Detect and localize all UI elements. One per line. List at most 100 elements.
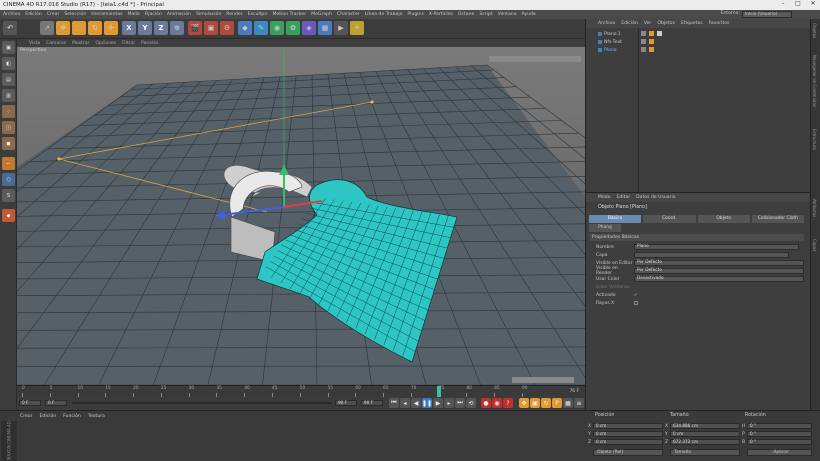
tab-cloth-collider[interactable]: Colisionador Cloth (751, 215, 804, 223)
axis-z-button[interactable]: Z (154, 21, 168, 35)
select-icon[interactable]: ➚ (40, 21, 54, 35)
viewport-menu-item[interactable]: Opciones (95, 41, 116, 46)
position-y-field[interactable]: 0 cm (593, 431, 663, 437)
maximize-button[interactable]: □ (791, 0, 805, 10)
pen-icon[interactable]: ✎ (254, 21, 268, 35)
om-menu-item[interactable]: Favoritos (709, 21, 730, 26)
prev-frame-icon[interactable]: ◀ (411, 398, 421, 408)
autokey-icon[interactable]: ◉ (492, 398, 502, 408)
coord-system-icon[interactable]: ⊕ (170, 21, 184, 35)
points-mode-icon[interactable]: ⁘ (2, 105, 15, 118)
viewport-menu-item[interactable]: Mostrar (72, 41, 89, 46)
workplane-icon[interactable]: ▥ (2, 89, 15, 102)
prev-key-icon[interactable]: ◂ (400, 398, 410, 408)
om-menu-item[interactable]: Archivo (598, 21, 615, 26)
layer-field[interactable] (634, 252, 789, 258)
key-pla-icon[interactable]: ▦ (563, 398, 573, 408)
object-row[interactable]: Plano.1 (586, 30, 811, 38)
texture-mode-icon[interactable]: ▤ (2, 73, 15, 86)
rotation-h-field[interactable]: 0 ° (747, 423, 812, 429)
tab-phong[interactable]: Phong (589, 224, 621, 232)
name-field[interactable]: Plano (634, 244, 799, 250)
menu-item[interactable]: Archivo (3, 12, 20, 17)
loop-icon[interactable]: ⟲ (466, 398, 476, 408)
am-menu-item[interactable]: Modo (598, 195, 611, 200)
viewport-menu-item[interactable]: Vista (29, 41, 40, 46)
last-tool-icon[interactable]: ✢ (104, 21, 118, 35)
pause-icon[interactable]: ❚❚ (422, 398, 432, 408)
apply-button[interactable]: Aplicar (747, 449, 812, 456)
rotation-b-field[interactable]: 0 ° (747, 439, 812, 445)
coordinate-mode-select[interactable]: Objeto (Rel) (593, 449, 663, 456)
menu-item[interactable]: Plugins (407, 12, 423, 17)
3d-viewport[interactable]: Perspectiva (17, 47, 585, 385)
key-scale-icon[interactable]: ▣ (530, 398, 540, 408)
preview-start-field[interactable]: 0 F (45, 400, 67, 406)
om-menu-item[interactable]: Ver (644, 21, 652, 26)
min-frame-field[interactable]: 0 F (19, 400, 41, 406)
strip-tab[interactable]: Atributos (812, 199, 817, 217)
menu-item[interactable]: Script (479, 12, 492, 17)
key-position-icon[interactable]: ✥ (519, 398, 529, 408)
menu-item[interactable]: Selección (64, 12, 86, 17)
tab-object[interactable]: Objeto (697, 215, 750, 223)
material-menu-item[interactable]: Función (63, 414, 81, 419)
light-icon[interactable]: ☀ (350, 21, 364, 35)
enabled-checkbox[interactable]: ✓ (634, 293, 638, 298)
strip-tab[interactable]: Capas (812, 239, 817, 251)
menu-item[interactable]: Animación (167, 12, 191, 17)
model-mode-icon[interactable]: ◧ (2, 57, 15, 70)
size-x-field[interactable]: 634.886 cm (670, 423, 740, 429)
menu-item[interactable]: Línea de Trabajo (365, 12, 403, 17)
object-row-selected[interactable]: Plano (586, 46, 811, 54)
go-to-start-icon[interactable]: ⏮ (389, 398, 399, 408)
rotation-p-field[interactable]: 0 ° (747, 431, 812, 437)
floor-icon[interactable]: ▦ (318, 21, 332, 35)
om-menu-item[interactable]: Edición (621, 21, 638, 26)
om-menu-item[interactable]: Etiquetas (681, 21, 703, 26)
render-view-icon[interactable]: 🎬 (188, 21, 202, 35)
move-icon[interactable]: ✥ (56, 21, 70, 35)
tab-basic[interactable]: Básico (589, 215, 642, 223)
menu-item[interactable]: Herramientas (91, 12, 122, 17)
enable-axis-icon[interactable]: ⌐ (2, 157, 15, 170)
minimize-button[interactable]: – (776, 0, 790, 10)
menu-item[interactable]: Ayuda (522, 12, 536, 17)
am-menu-item[interactable]: Editar (617, 195, 631, 200)
layout-select[interactable]: Inicio (Usuario) (742, 11, 792, 18)
menu-item[interactable]: Simulación (196, 12, 221, 17)
size-y-field[interactable]: 0 cm (670, 431, 740, 437)
key-rotation-icon[interactable]: ↻ (541, 398, 551, 408)
menu-item[interactable]: Motion Tracker (273, 12, 307, 17)
deformer-icon[interactable]: ◈ (302, 21, 316, 35)
close-button[interactable]: ✕ (806, 0, 820, 10)
tab-coord[interactable]: Coord. (643, 215, 696, 223)
max-frame-field[interactable]: 90 F (361, 400, 383, 406)
visible-render-select[interactable]: Por Defecto (634, 268, 804, 274)
menu-item[interactable]: Octane (458, 12, 475, 17)
array-icon[interactable]: ✿ (286, 21, 300, 35)
strip-tab[interactable]: Objetos (812, 23, 817, 38)
preview-end-field[interactable]: 90 F (335, 400, 357, 406)
visible-editor-select[interactable]: Por Defecto (634, 260, 804, 266)
menu-item[interactable]: X-Particles (429, 12, 453, 17)
next-key-icon[interactable]: ▸ (444, 398, 454, 408)
material-menu-item[interactable]: Crear (20, 414, 33, 419)
position-z-field[interactable]: 0 cm (593, 439, 663, 445)
snap-icon[interactable]: S (2, 189, 15, 202)
next-frame-icon[interactable]: ▶ (433, 398, 443, 408)
go-to-end-icon[interactable]: ⏭ (455, 398, 465, 408)
viewport-menu-item[interactable]: Filtrar (122, 41, 135, 46)
menu-item[interactable]: Character (337, 12, 360, 17)
menu-item[interactable]: Fijación (145, 12, 162, 17)
position-x-field[interactable]: 0 cm (593, 423, 663, 429)
material-menu-item[interactable]: Edición (40, 414, 57, 419)
xray-checkbox[interactable] (634, 301, 638, 305)
timeline-ruler[interactable]: 0 5 10 15 20 25 30 35 40 45 50 55 60 65 70 75 80 85 90 76 … (17, 385, 585, 397)
axis-y-button[interactable]: Y (138, 21, 152, 35)
menu-item[interactable]: MoGraph (311, 12, 332, 17)
strip-tab[interactable]: Navegador de Contenidos (812, 55, 817, 107)
timeline-menu-icon[interactable]: ≡ (574, 398, 584, 408)
object-tags[interactable] (641, 31, 671, 55)
make-editable-icon[interactable]: ▣ (2, 41, 15, 54)
